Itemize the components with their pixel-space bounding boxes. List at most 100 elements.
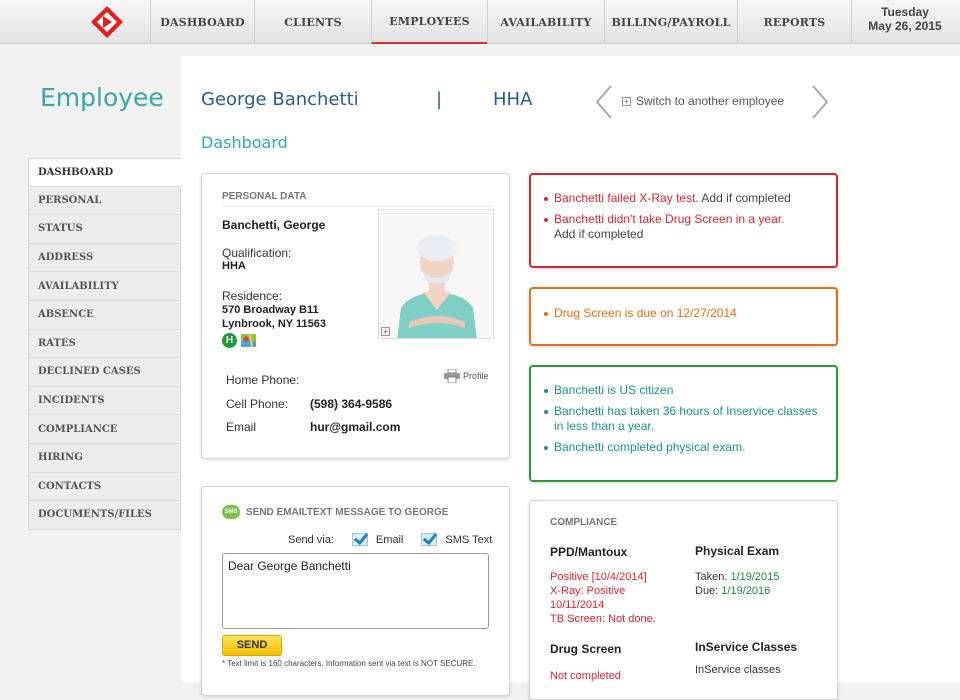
send-button[interactable]: SEND (222, 635, 282, 656)
email-label: Email (226, 420, 257, 434)
cell-phone-label: Cell Phone: (226, 397, 289, 411)
email-checkbox[interactable] (351, 533, 368, 546)
message-header: SMS SEND EMAILTEXT MESSAGE TO GEORGE (222, 505, 448, 519)
nurse-photo-image (379, 210, 493, 338)
sidebar-item-status[interactable]: STATUS (28, 215, 181, 244)
add-if-completed-link[interactable]: Add if completed (701, 191, 790, 205)
cell-phone-value: (598) 364-9586 (310, 397, 393, 411)
sidebar-item-declined-cases[interactable]: DECLINED CASES (28, 358, 181, 387)
physical-exam-title: Physical Exam (695, 544, 780, 558)
green-alert-card: Banchetti is US citizen Banchetti has ta… (529, 365, 838, 482)
map-icon[interactable] (240, 332, 257, 349)
due-row: Due: 1/19/2016 (695, 585, 770, 597)
green-alert-list: Banchetti is US citizen Banchetti has ta… (531, 367, 836, 455)
red-alert-card: Banchetti failed X-Ray test. Add if comp… (529, 173, 838, 268)
ppd-line-4: TB Screen: Not done. (550, 613, 656, 625)
date-day: Tuesday (881, 5, 929, 19)
ppd-line-3: 10/11/2014 (550, 599, 605, 611)
drug-screen-status: Not completed (550, 670, 621, 682)
inservice-title: InService Classes (695, 640, 798, 654)
alert-item: Drug Screen is due on 12/27/2014 (543, 306, 826, 321)
sidebar-item-address[interactable]: ADDRESS (28, 243, 181, 273)
next-employee-arrow-icon[interactable] (810, 84, 830, 120)
alert-item: Banchetti completed physical exam. (543, 440, 826, 455)
inservice-text: InService classes (695, 664, 781, 676)
sidebar-item-rates[interactable]: RATES (28, 329, 181, 359)
sidebar-item-documents-files[interactable]: DOCUMENTS/FILES (28, 501, 181, 530)
date-value: May 26, 2015 (868, 19, 942, 33)
nav-billing-payroll[interactable]: BILLING/PAYROLL (604, 0, 737, 44)
add-if-completed-link[interactable]: Add if completed (554, 227, 643, 241)
address-line-1: 570 Broadway B11 (222, 304, 319, 316)
employee-photo: + (378, 209, 494, 339)
red-alert-list: Banchetti failed X-Ray test. Add if comp… (531, 175, 836, 242)
sidebar-item-absence[interactable]: ABSENCE (28, 300, 181, 330)
sms-option-label: SMS Text (445, 533, 493, 546)
send-via-label: Send via: (288, 533, 334, 546)
compliance-card: COMPLIANCE PPD/Mantoux Positive [10/4/20… (529, 500, 838, 700)
employee-role: HHA (493, 89, 533, 110)
sidebar-item-compliance[interactable]: COMPLIANCE (28, 415, 181, 444)
message-header-text: SEND EMAILTEXT MESSAGE TO GEORGE (246, 506, 449, 518)
page-subtitle: Dashboard (201, 133, 288, 152)
taken-row: Taken: 1/19/2015 (695, 571, 779, 583)
switch-employee-link[interactable]: + Switch to another employee (622, 94, 784, 108)
alert-item: Banchetti didn't take Drug Screen in a y… (543, 212, 826, 242)
sidebar-item-dashboard[interactable]: DASHBOARD (28, 158, 181, 187)
alert-item: Banchetti is US citizen (543, 383, 826, 398)
sms-checkbox[interactable] (421, 533, 438, 546)
due-label: Due: (695, 585, 722, 597)
current-date: Tuesday May 26, 2015 (855, 5, 955, 33)
alert-text: Banchetti didn't take Drug Screen in a y… (554, 212, 785, 226)
photo-expand-icon[interactable]: + (381, 327, 390, 336)
sidebar-item-hiring[interactable]: HIRING (28, 443, 181, 473)
ppd-title: PPD/Mantoux (550, 545, 628, 559)
due-date: 1/19/2016 (721, 585, 771, 597)
header-divider (222, 206, 492, 207)
alert-item: Banchetti failed X-Ray test. Add if comp… (543, 191, 826, 206)
top-navigation: DASHBOARD CLIENTS EMPLOYEES AVAILABILITY… (0, 0, 960, 44)
print-profile-link[interactable]: Profile (444, 369, 489, 383)
email-value: hur@gmail.com (310, 420, 401, 434)
send-message-card: SMS SEND EMAILTEXT MESSAGE TO GEORGE Sen… (201, 486, 510, 696)
personal-data-header: PERSONAL DATA (222, 191, 307, 202)
sms-icon: SMS (222, 505, 240, 519)
employee-sidebar: DASHBOARD PERSONAL STATUS ADDRESS AVAILA… (28, 158, 181, 530)
qualification-label: Qualification: (222, 246, 292, 260)
employee-name: George Banchetti (201, 89, 359, 110)
sidebar-item-personal[interactable]: PERSONAL (28, 186, 181, 216)
nav-dashboard[interactable]: DASHBOARD (150, 0, 254, 44)
employee-full-name: Banchetti, George (222, 218, 326, 232)
orange-alert-list: Drug Screen is due on 12/27/2014 (531, 289, 836, 321)
qualification-value: HHA (222, 260, 246, 272)
home-phone-label: Home Phone: (226, 373, 300, 387)
send-via-row: Send via: Email SMS Text (288, 533, 492, 546)
email-option-label: Email (375, 533, 404, 546)
company-logo[interactable] (90, 5, 124, 39)
switch-employee-label: Switch to another employee (636, 94, 785, 108)
printer-icon (444, 369, 460, 383)
taken-label: Taken: (695, 571, 731, 583)
orange-alert-card: Drug Screen is due on 12/27/2014 (529, 287, 838, 346)
hospital-badge-icon[interactable]: H (222, 333, 237, 348)
nav-employees[interactable]: EMPLOYEES (371, 0, 487, 44)
text-limit-note: * Text limit is 160 characters. Informat… (222, 659, 476, 668)
sidebar-item-contacts[interactable]: CONTACTS (28, 472, 181, 502)
taken-date: 1/19/2015 (730, 571, 780, 583)
residence-label: Residence: (222, 289, 283, 303)
ppd-line-1: Positive [10/4/2014] (550, 571, 647, 583)
alert-item: Banchetti has taken 36 hours of Inservic… (543, 404, 826, 434)
message-textarea[interactable]: Dear George Banchetti (222, 553, 489, 629)
nav-reports[interactable]: REPORTS (737, 0, 851, 44)
nav-availability[interactable]: AVAILABILITY (487, 0, 604, 44)
title-separator: | (436, 89, 443, 110)
nav-clients[interactable]: CLIENTS (254, 0, 371, 44)
profile-label: Profile (463, 371, 489, 381)
previous-employee-arrow-icon[interactable] (594, 84, 614, 120)
sidebar-item-incidents[interactable]: INCIDENTS (28, 386, 181, 416)
drug-screen-title: Drug Screen (550, 642, 622, 656)
alert-text: Banchetti failed X-Ray test. (554, 191, 699, 205)
compliance-header: COMPLIANCE (550, 517, 618, 528)
sidebar-item-availability[interactable]: AVAILABILITY (28, 272, 181, 301)
ppd-line-2: X-Ray: Positive (550, 585, 626, 597)
